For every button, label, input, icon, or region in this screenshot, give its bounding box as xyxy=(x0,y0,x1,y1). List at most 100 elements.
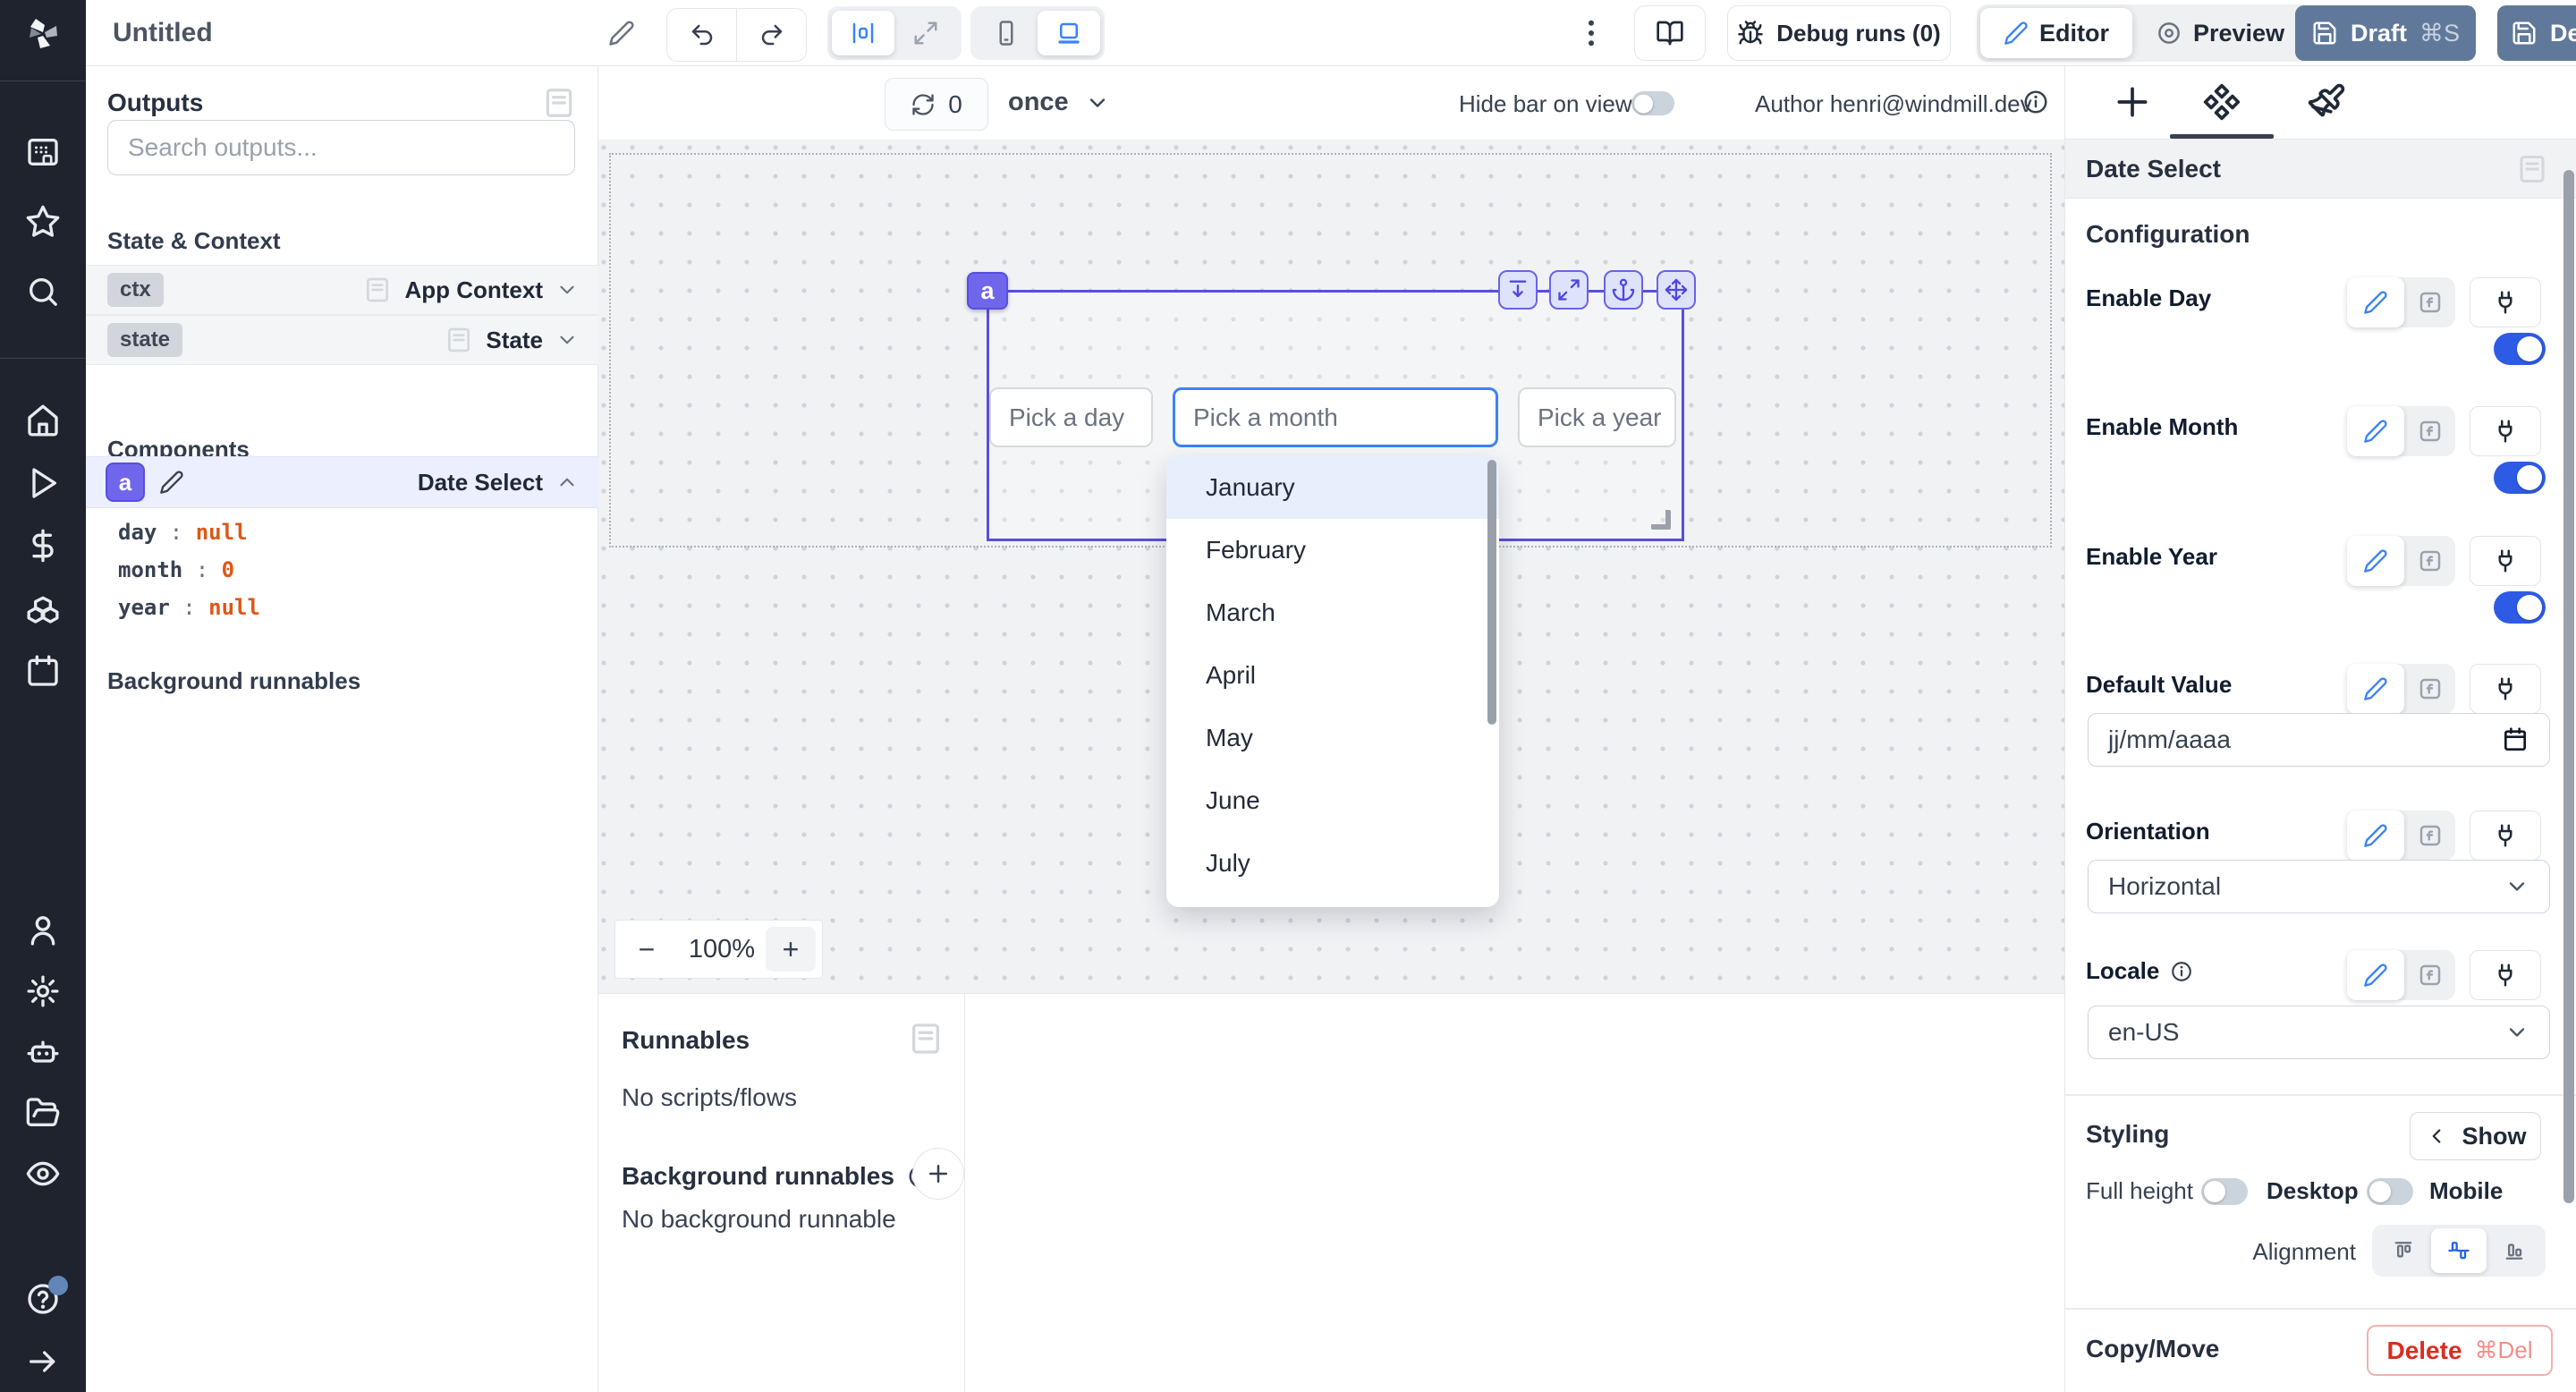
day-input[interactable]: Pick a day xyxy=(989,387,1153,447)
redo-button[interactable] xyxy=(737,21,806,48)
prop-day[interactable]: day : null xyxy=(118,514,260,551)
align-top-button[interactable] xyxy=(2376,1228,2431,1273)
static-edit-pencil-icon[interactable] xyxy=(2347,811,2404,861)
connect-plug-button[interactable] xyxy=(2470,664,2541,714)
static-edit-pencil-icon[interactable] xyxy=(2347,277,2404,327)
tab-styling-brush-icon[interactable] xyxy=(2307,82,2346,122)
static-edit-pencil-icon[interactable] xyxy=(2347,664,2404,714)
align-bottom-button[interactable] xyxy=(2487,1228,2542,1273)
fx-expression-icon[interactable] xyxy=(2404,418,2455,445)
static-edit-pencil-icon[interactable] xyxy=(2347,950,2404,1000)
delete-component-button[interactable]: Delete ⌘Del xyxy=(2367,1325,2553,1376)
month-input[interactable]: Pick a month xyxy=(1173,387,1498,447)
zoom-out-button[interactable]: − xyxy=(615,933,678,966)
docs-book-button[interactable] xyxy=(1634,5,1706,61)
search-outputs-input[interactable] xyxy=(107,120,575,175)
panel-doc-icon[interactable] xyxy=(542,86,576,120)
calendar-icon[interactable] xyxy=(25,653,61,689)
connect-plug-button[interactable] xyxy=(2470,950,2541,1000)
prop-year[interactable]: year : null xyxy=(118,589,260,626)
month-option[interactable]: July xyxy=(1166,832,1499,895)
hide-bar-toggle[interactable] xyxy=(1631,91,1674,115)
fx-expression-icon[interactable] xyxy=(2404,822,2455,849)
folder-icon[interactable] xyxy=(25,1095,61,1131)
enable-month-toggle[interactable] xyxy=(2494,462,2546,494)
canvas-grid[interactable]: a Pick a day Pick a month Pick a year xyxy=(598,140,2064,993)
star-icon[interactable] xyxy=(25,204,61,240)
fullscreen-expand-button[interactable] xyxy=(894,11,957,55)
connect-plug-button[interactable] xyxy=(2470,406,2541,456)
locale-select[interactable]: en-US xyxy=(2088,1006,2550,1059)
align-center-button[interactable] xyxy=(2431,1228,2487,1273)
dollar-icon[interactable] xyxy=(25,528,61,564)
month-option[interactable]: August xyxy=(1166,895,1499,907)
tab-component-settings-icon[interactable] xyxy=(2202,82,2241,122)
move-handle-icon[interactable] xyxy=(1657,270,1696,310)
home-icon[interactable] xyxy=(25,403,61,438)
fx-expression-icon[interactable] xyxy=(2404,547,2455,574)
user-icon[interactable] xyxy=(25,912,61,948)
eye-icon[interactable] xyxy=(25,1156,61,1192)
fx-expression-icon[interactable] xyxy=(2404,962,2455,989)
zoom-in-button[interactable]: + xyxy=(766,927,816,972)
component-row-date-select[interactable]: a Date Select xyxy=(86,456,598,508)
deploy-button[interactable]: Deploy xyxy=(2497,5,2576,61)
expand-down-handle-icon[interactable] xyxy=(1498,270,1538,310)
output-row-state[interactable]: state State xyxy=(86,315,598,365)
panel-scrollbar[interactable] xyxy=(2563,170,2574,1203)
debug-runs-button[interactable]: Debug runs (0) xyxy=(1727,5,1951,61)
month-option[interactable]: May xyxy=(1166,707,1499,769)
prop-month[interactable]: month : 0 xyxy=(118,551,260,589)
more-menu-kebab-icon[interactable] xyxy=(1578,16,1605,55)
dropdown-scrollbar[interactable] xyxy=(1487,460,1496,725)
edit-title-pencil-icon[interactable] xyxy=(608,20,635,47)
panel-doc-icon[interactable] xyxy=(2516,153,2548,185)
tab-insert-plus-icon[interactable] xyxy=(2113,82,2152,122)
resize-corner-handle[interactable] xyxy=(1651,510,1671,530)
connect-plug-button[interactable] xyxy=(2470,811,2541,861)
anchor-handle-icon[interactable] xyxy=(1604,270,1643,310)
month-option[interactable]: February xyxy=(1166,519,1499,581)
tab-editor[interactable]: Editor xyxy=(1980,8,2132,58)
panel-doc-icon[interactable] xyxy=(908,1021,944,1057)
help-icon[interactable] xyxy=(25,1281,61,1317)
tab-preview[interactable]: Preview xyxy=(2132,8,2308,58)
search-icon[interactable] xyxy=(25,274,61,310)
settings-gear-icon[interactable] xyxy=(25,973,61,1009)
orientation-select[interactable]: Horizontal xyxy=(2088,860,2550,913)
undo-button[interactable] xyxy=(667,21,736,48)
play-icon[interactable] xyxy=(25,465,61,501)
desktop-view-button[interactable] xyxy=(1038,11,1100,55)
add-background-runnable-button[interactable] xyxy=(912,1148,964,1200)
static-edit-pencil-icon[interactable] xyxy=(2347,406,2404,456)
collapse-arrow-icon[interactable] xyxy=(25,1344,61,1379)
draft-button[interactable]: Draft ⌘S xyxy=(2295,5,2476,61)
connect-plug-button[interactable] xyxy=(2470,277,2541,327)
fx-expression-icon[interactable] xyxy=(2404,675,2455,702)
rename-pencil-icon[interactable] xyxy=(159,470,184,495)
info-icon[interactable] xyxy=(2022,89,2049,115)
static-edit-pencil-icon[interactable] xyxy=(2347,536,2404,586)
desktop-mobile-toggle[interactable] xyxy=(2367,1178,2413,1205)
enable-day-toggle[interactable] xyxy=(2494,333,2546,365)
enable-year-toggle[interactable] xyxy=(2494,591,2546,624)
maximize-handle-icon[interactable] xyxy=(1549,270,1589,310)
month-option[interactable]: January xyxy=(1166,456,1499,519)
align-horizontal-center-button[interactable] xyxy=(832,11,894,55)
fx-expression-icon[interactable] xyxy=(2404,289,2455,316)
month-option[interactable]: March xyxy=(1166,581,1499,644)
default-value-date-input[interactable]: jj/mm/aaaa xyxy=(2088,713,2550,767)
styling-show-button[interactable]: Show xyxy=(2410,1112,2541,1160)
full-height-toggle[interactable] xyxy=(2201,1178,2248,1205)
output-row-ctx[interactable]: ctx App Context xyxy=(86,265,598,315)
month-option[interactable]: June xyxy=(1166,769,1499,832)
boxes-icon[interactable] xyxy=(25,590,61,626)
connect-plug-button[interactable] xyxy=(2470,536,2541,586)
refresh-count-button[interactable]: 0 xyxy=(885,78,988,131)
year-input[interactable]: Pick a year xyxy=(1518,387,1676,447)
info-icon[interactable] xyxy=(2170,960,2193,983)
mobile-view-button[interactable] xyxy=(975,11,1038,55)
month-option[interactable]: April xyxy=(1166,644,1499,707)
apps-icon[interactable] xyxy=(25,134,61,170)
bot-icon[interactable] xyxy=(25,1034,61,1070)
